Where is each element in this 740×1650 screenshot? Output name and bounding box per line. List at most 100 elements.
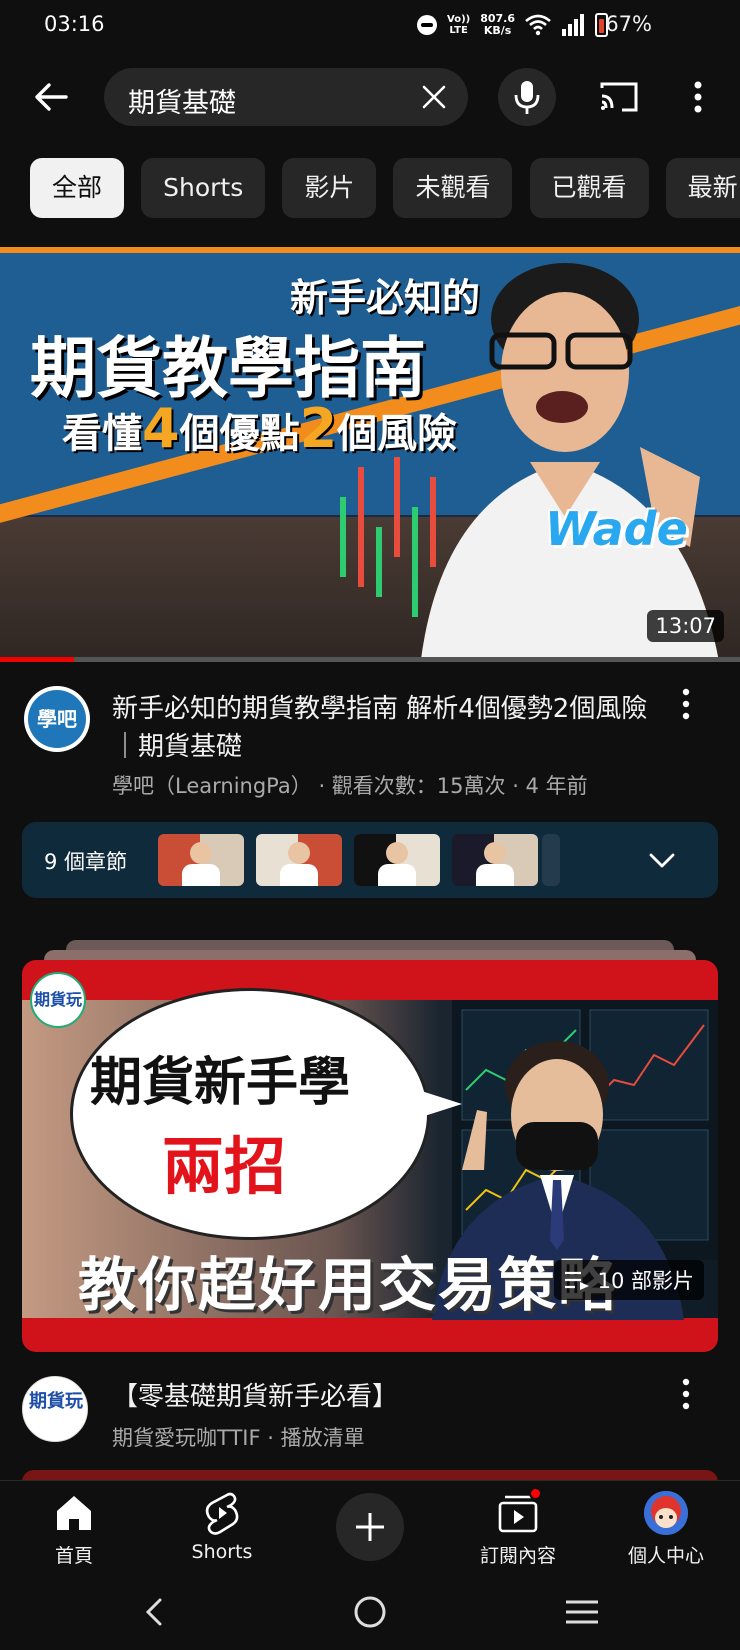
- chapter-thumbnail-face: [288, 842, 310, 864]
- subscriptions-icon: [496, 1487, 542, 1535]
- chapter-thumbnail-stack: [542, 834, 560, 886]
- more-options-button[interactable]: [684, 74, 712, 120]
- system-back-button[interactable]: [134, 1592, 178, 1632]
- thumbnail-headline-2: 兩招: [162, 1130, 287, 1203]
- playlist-video-count: 10 部影片: [597, 1269, 694, 1293]
- more-vertical-icon: [682, 688, 690, 720]
- system-recents-button[interactable]: [560, 1592, 604, 1632]
- expand-chapters-button[interactable]: [638, 836, 686, 884]
- cast-button[interactable]: [596, 74, 642, 120]
- chapter-thumbnail-face: [386, 842, 408, 864]
- chapter-thumbnail[interactable]: [158, 834, 244, 886]
- search-query: 期貨基礎: [128, 88, 236, 119]
- playlist-menu-button[interactable]: [676, 1376, 696, 1412]
- views-and-age: · 觀看次數：15萬次 · 4 年前: [311, 774, 588, 798]
- chip-all[interactable]: 全部: [30, 158, 125, 218]
- chip-latest[interactable]: 最新: [665, 158, 740, 218]
- user-avatar: [644, 1491, 688, 1535]
- nav-shorts-label: Shorts: [191, 1541, 253, 1563]
- bottom-navigation: 首頁 Shorts 訂閱內容 個人中心: [0, 1480, 740, 1574]
- playlist-count-badge: 10 部影片: [553, 1260, 704, 1300]
- chapter-thumbnail-body: [182, 864, 220, 886]
- thumbnail-headline-3: 教你超好用交易策略: [78, 1251, 619, 1319]
- nav-subscriptions-label: 訂閱內容: [479, 1545, 556, 1567]
- thumbnail-headline-3: 看懂4個優點2個風險: [62, 397, 457, 460]
- system-home-button[interactable]: [348, 1592, 392, 1632]
- channel-logo: 期貨玩: [30, 972, 86, 1028]
- video-info[interactable]: 學吧 新手必知的期貨教學指南 解析4個優勢2個風險｜期貨基礎 學吧（Learni…: [0, 686, 740, 798]
- cast-icon: [600, 82, 638, 112]
- nav-home[interactable]: 首頁: [14, 1491, 134, 1568]
- channel-avatar-logo: 期貨玩: [29, 1391, 83, 1412]
- chip-videos[interactable]: 影片: [282, 158, 377, 218]
- video-thumbnail[interactable]: 新手必知的 期貨教學指南 看懂4個優點2個風險 Wade 13:07: [0, 247, 740, 662]
- channel-avatar-logo: 學吧: [28, 690, 86, 748]
- more-vertical-icon: [682, 1378, 690, 1410]
- chip-shorts[interactable]: Shorts: [141, 158, 266, 218]
- nav-shorts[interactable]: Shorts: [162, 1491, 282, 1563]
- network-speed-unit: KB/s: [483, 24, 512, 37]
- thumbnail-presenter-name: Wade: [545, 502, 688, 556]
- status-bar: 03:16 Vo)) LTE 807.6 KB/s 67%: [0, 0, 740, 52]
- signal-icon: [562, 14, 584, 36]
- chapters-panel[interactable]: 9 個章節: [22, 822, 718, 898]
- video-duration: 13:07: [647, 610, 724, 642]
- chapter-thumbnail[interactable]: [452, 834, 538, 886]
- create-button[interactable]: [336, 1493, 404, 1561]
- playlist-stack-middle: [44, 950, 696, 960]
- playlist-thumbnail[interactable]: 期貨新手學 兩招 教你超好用交易策略 期貨玩 10 部影片: [22, 960, 718, 1352]
- chevron-down-icon: [649, 853, 675, 868]
- microphone-icon: [514, 81, 540, 114]
- chapter-thumbnail-body: [476, 864, 514, 886]
- do-not-disturb-icon: [417, 15, 437, 35]
- search-toolbar: 期貨基礎: [0, 60, 740, 134]
- volte-label: Vo)): [447, 14, 471, 25]
- chip-watched[interactable]: 已觀看: [529, 158, 649, 218]
- nav-home-label: 首頁: [54, 1545, 93, 1567]
- notification-dot: [529, 1487, 542, 1500]
- filter-chips: 全部 Shorts 影片 未觀看 已觀看 最新: [30, 158, 740, 218]
- watch-progress-bar: [0, 657, 740, 662]
- system-navigation-bar: [0, 1574, 740, 1650]
- volte-icon: Vo)) LTE: [447, 14, 470, 36]
- thumbnail-headline-1: 期貨新手學: [90, 1053, 351, 1113]
- more-vertical-icon: [694, 81, 702, 113]
- voice-search-button[interactable]: [498, 68, 556, 126]
- channel-avatar[interactable]: 學吧: [24, 686, 90, 752]
- video-title[interactable]: 新手必知的期貨教學指南 解析4個優勢2個風險｜期貨基礎: [112, 690, 652, 766]
- chapter-thumbnail-body: [280, 864, 318, 886]
- chapters-count: 9 個章節: [44, 850, 128, 874]
- chapter-thumbnail-body: [378, 864, 416, 886]
- nav-you[interactable]: 個人中心: [606, 1491, 726, 1568]
- thumbnail-headline-3c: 個優點: [179, 411, 300, 457]
- battery-percent: 67%: [605, 12, 652, 36]
- status-time: 03:16: [44, 12, 105, 36]
- search-input[interactable]: 期貨基礎: [104, 68, 468, 126]
- plus-icon: [356, 1513, 384, 1541]
- lte-label: LTE: [449, 25, 468, 36]
- chapter-thumbnail[interactable]: [256, 834, 342, 886]
- status-icons: Vo)) LTE 807.6 KB/s: [417, 10, 608, 40]
- playlist-info[interactable]: 期貨玩 【零基礎期貨新手必看】 期貨愛玩咖TTIF · 播放清單: [0, 1376, 740, 1456]
- menu-lines-icon: [566, 1600, 598, 1624]
- clear-search-button[interactable]: [418, 81, 450, 113]
- playlist-icon: [564, 1271, 589, 1290]
- nav-subscriptions[interactable]: 訂閱內容: [458, 1487, 578, 1568]
- video-menu-button[interactable]: [676, 686, 696, 722]
- thumbnail-headline-3b: 4: [142, 397, 180, 460]
- network-speed: 807.6 KB/s: [480, 13, 515, 37]
- circle-icon: [354, 1596, 386, 1628]
- wifi-icon: [525, 14, 551, 36]
- channel-avatar[interactable]: 期貨玩: [22, 1376, 88, 1442]
- playlist-title[interactable]: 【零基礎期貨新手必看】: [112, 1376, 398, 1413]
- shorts-icon: [200, 1491, 244, 1535]
- chapter-thumbnail-face: [190, 842, 212, 864]
- watch-progress-fill: [0, 657, 74, 662]
- home-icon: [52, 1491, 96, 1535]
- nav-you-label: 個人中心: [627, 1545, 704, 1567]
- chapter-thumbnail-face: [484, 842, 506, 864]
- presenter-image: [420, 263, 720, 662]
- back-button[interactable]: [28, 74, 74, 120]
- chip-unwatched[interactable]: 未觀看: [393, 158, 513, 218]
- chapter-thumbnail[interactable]: [354, 834, 440, 886]
